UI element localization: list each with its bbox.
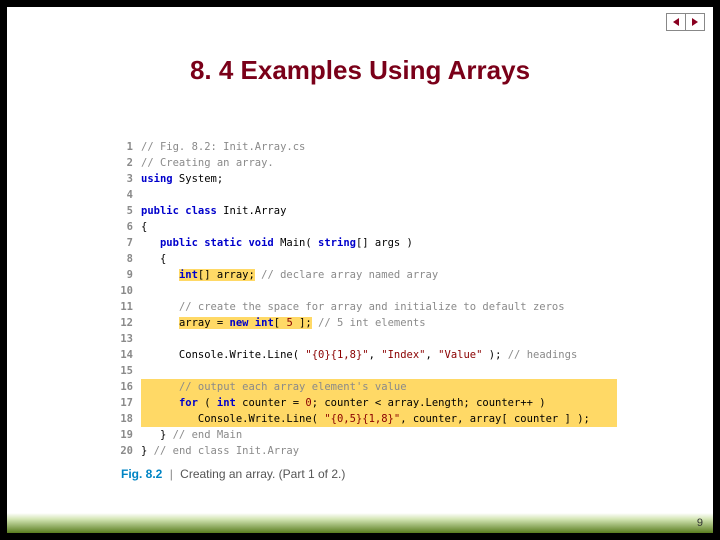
figure-text: Creating an array. (Part 1 of 2.) [180,467,345,481]
code-content: for ( int counter = 0; counter < array.L… [141,395,617,411]
line-number: 3 [117,171,141,187]
line-number: 4 [117,187,141,203]
line-number: 13 [117,331,141,347]
line-number: 7 [117,235,141,251]
code-line: 7 public static void Main( string[] args… [117,235,617,251]
prev-button[interactable] [666,13,686,31]
code-line: 13 [117,331,617,347]
code-content [141,363,617,379]
slide-container: 8. 4 Examples Using Arrays 1// Fig. 8.2:… [7,7,713,533]
code-content: // Creating an array. [141,155,617,171]
arrow-left-icon [671,17,681,27]
code-line: 3using System; [117,171,617,187]
code-line: 15 [117,363,617,379]
code-content: // output each array element's value [141,379,617,395]
line-number: 5 [117,203,141,219]
figure-label: Fig. 8.2 [121,467,162,481]
code-content: using System; [141,171,617,187]
line-number: 12 [117,315,141,331]
line-number: 11 [117,299,141,315]
line-number: 17 [117,395,141,411]
code-content: { [141,251,617,267]
line-number: 20 [117,443,141,459]
code-line: 9 int[] array; // declare array named ar… [117,267,617,283]
line-number: 15 [117,363,141,379]
code-content [141,283,617,299]
line-number: 1 [117,139,141,155]
line-number: 8 [117,251,141,267]
nav-arrows [667,13,705,31]
code-line: 16 // output each array element's value [117,379,617,395]
code-line: 18 Console.Write.Line( "{0,5}{1,8}", cou… [117,411,617,427]
code-line: 6{ [117,219,617,235]
code-line: 14 Console.Write.Line( "{0}{1,8}", "Inde… [117,347,617,363]
code-content: { [141,219,617,235]
line-number: 2 [117,155,141,171]
line-number: 16 [117,379,141,395]
code-content: } // end Main [141,427,617,443]
code-content: Console.Write.Line( "{0,5}{1,8}", counte… [141,411,617,427]
code-content: public class Init.Array [141,203,617,219]
line-number: 10 [117,283,141,299]
code-line: 2// Creating an array. [117,155,617,171]
code-line: 12 array = new int[ 5 ]; // 5 int elemen… [117,315,617,331]
arrow-right-icon [690,17,700,27]
line-number: 19 [117,427,141,443]
footer-bar [7,513,713,533]
code-figure: 1// Fig. 8.2: Init.Array.cs2// Creating … [117,139,617,459]
next-button[interactable] [685,13,705,31]
line-number: 6 [117,219,141,235]
code-content [141,331,617,347]
code-line: 19 } // end Main [117,427,617,443]
code-content [141,187,617,203]
code-line: 20} // end class Init.Array [117,443,617,459]
code-line: 5public class Init.Array [117,203,617,219]
code-line: 17 for ( int counter = 0; counter < arra… [117,395,617,411]
code-content: public static void Main( string[] args ) [141,235,617,251]
line-number: 18 [117,411,141,427]
code-content: int[] array; // declare array named arra… [141,267,617,283]
line-number: 9 [117,267,141,283]
figure-caption: Fig. 8.2 | Creating an array. (Part 1 of… [121,467,345,481]
code-content: // Fig. 8.2: Init.Array.cs [141,139,617,155]
code-content: Console.Write.Line( "{0}{1,8}", "Index",… [141,347,617,363]
page-title: 8. 4 Examples Using Arrays [7,55,713,86]
code-line: 1// Fig. 8.2: Init.Array.cs [117,139,617,155]
code-line: 11 // create the space for array and ini… [117,299,617,315]
code-content: // create the space for array and initia… [141,299,617,315]
code-content: } // end class Init.Array [141,443,617,459]
code-line: 8 { [117,251,617,267]
code-line: 4 [117,187,617,203]
code-line: 10 [117,283,617,299]
code-content: array = new int[ 5 ]; // 5 int elements [141,315,617,331]
page-number: 9 [697,517,703,529]
figure-separator: | [170,467,173,481]
line-number: 14 [117,347,141,363]
